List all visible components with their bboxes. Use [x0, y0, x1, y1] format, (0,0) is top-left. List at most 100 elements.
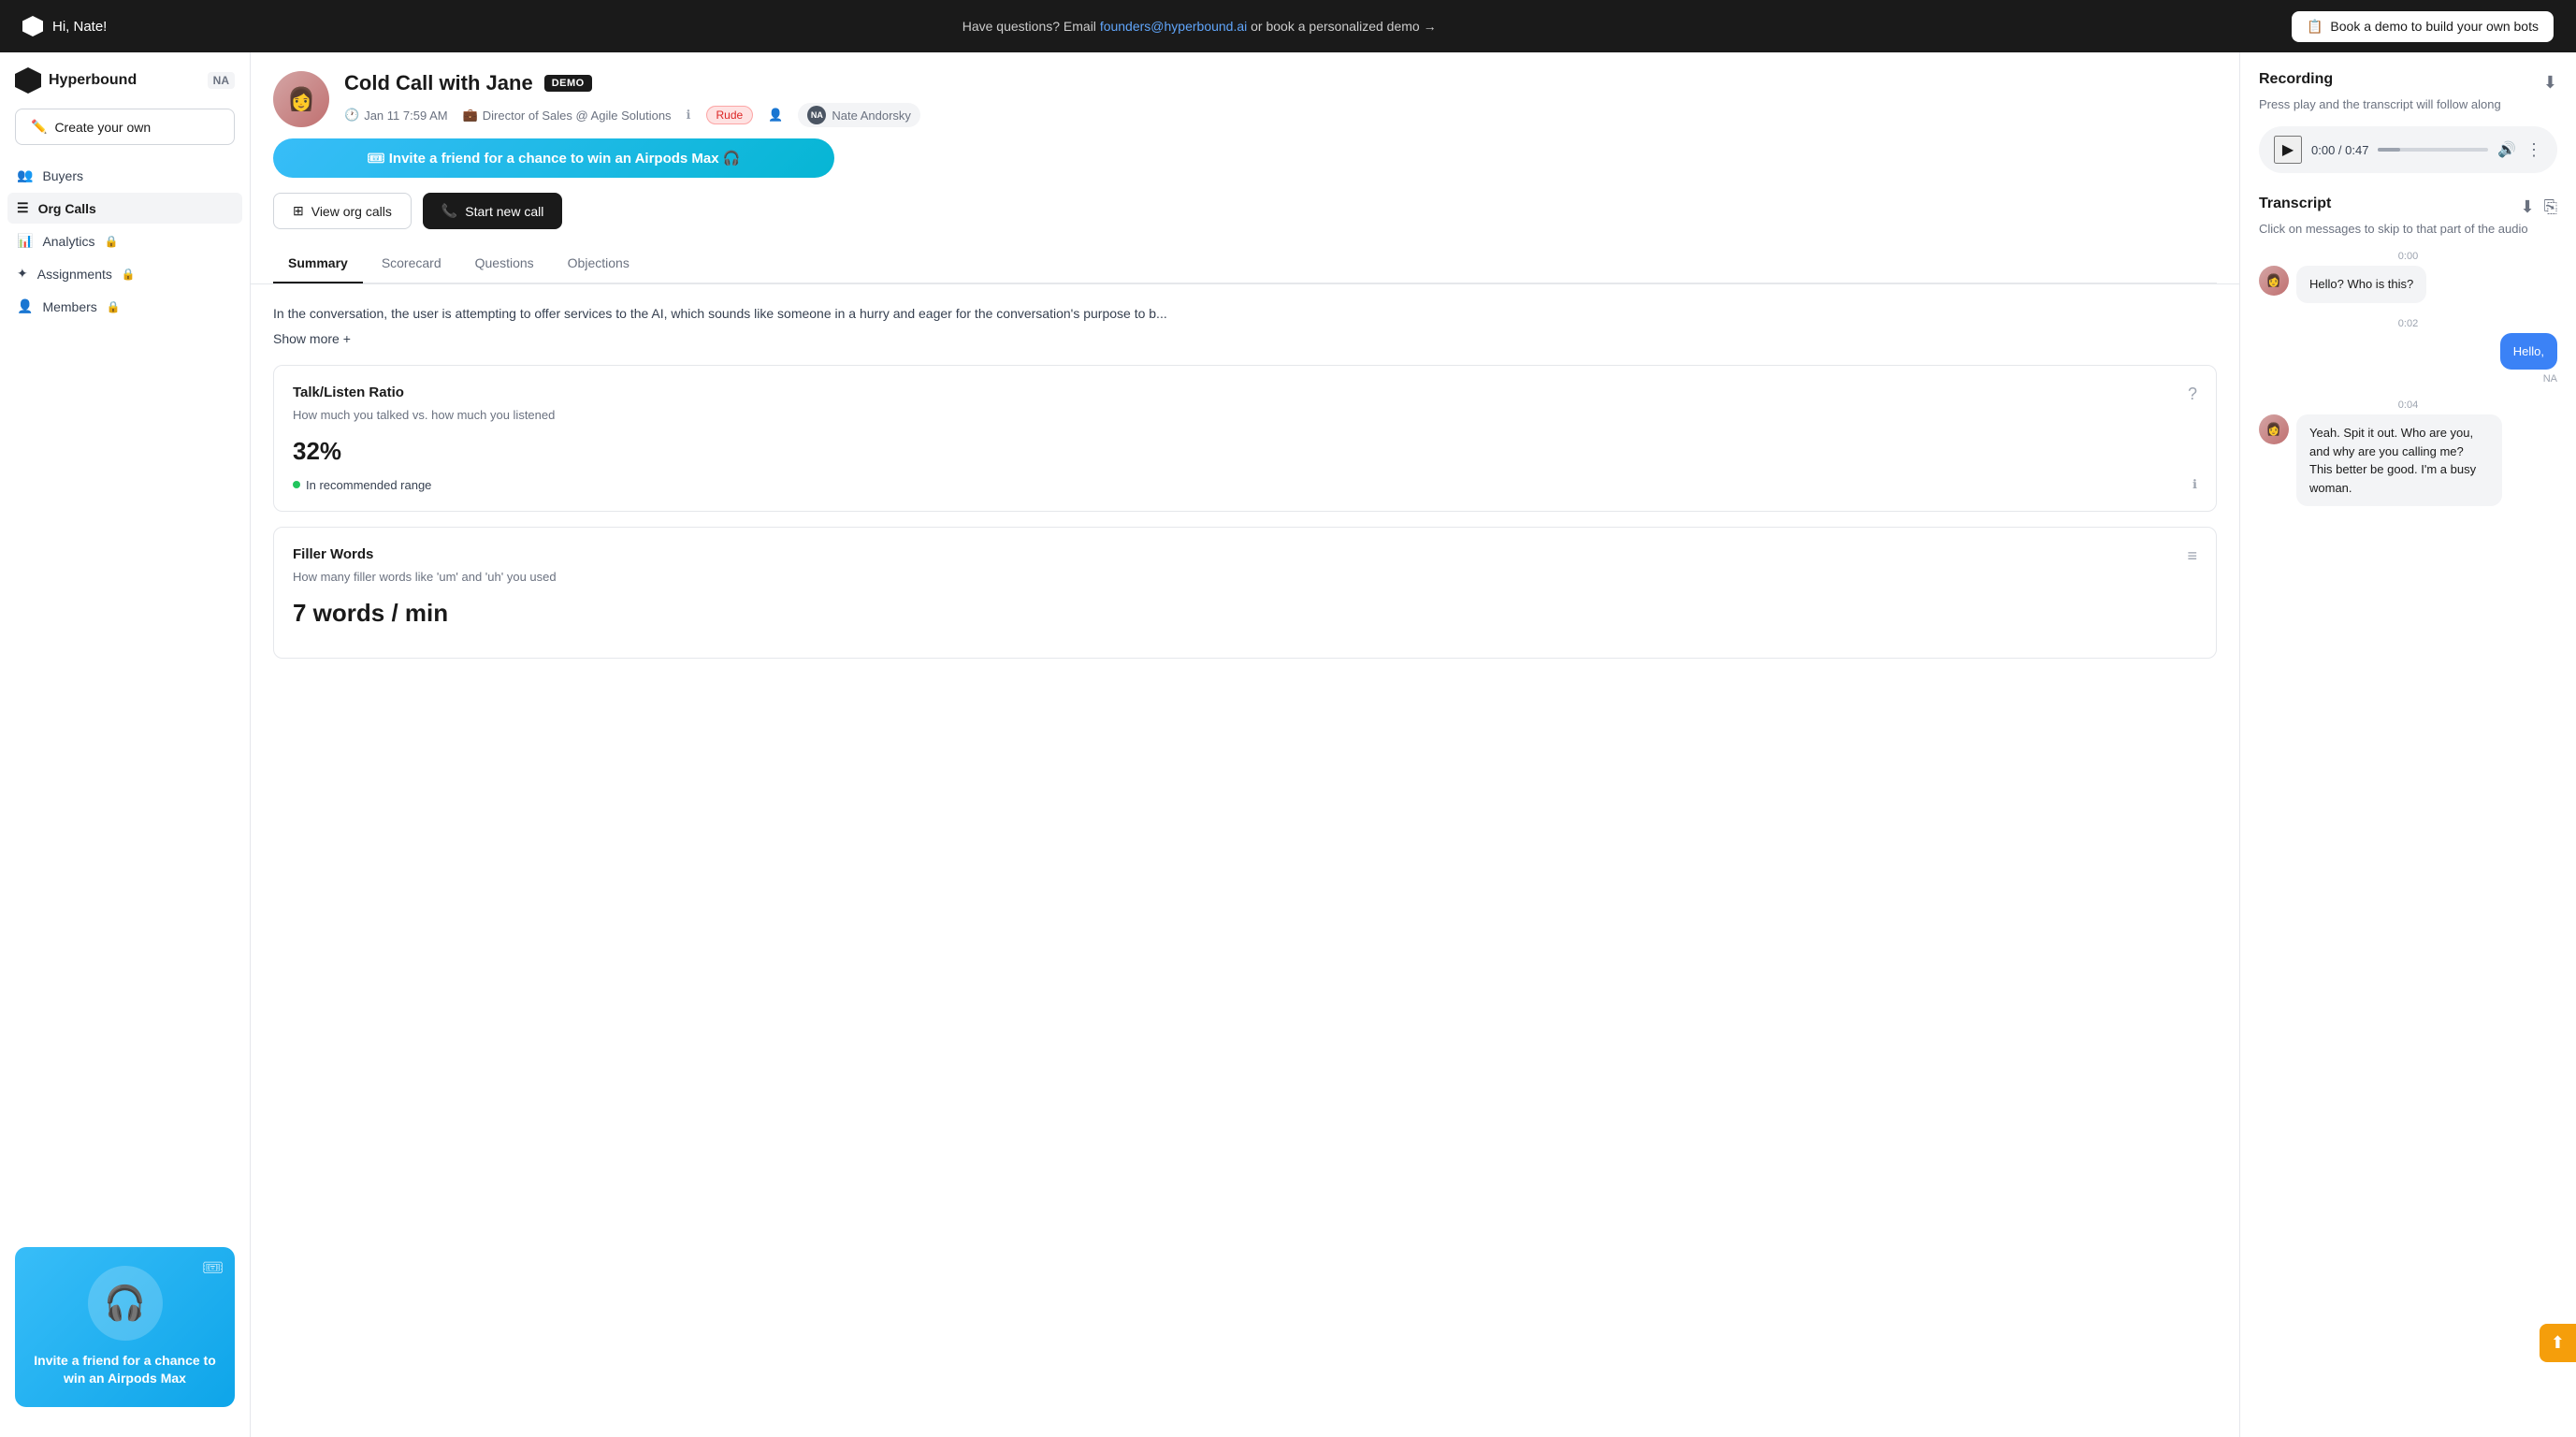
msg-sender-label-1: NA [2259, 373, 2557, 385]
play-button[interactable]: ▶ [2274, 136, 2302, 164]
metric-card-filler-words: Filler Words ≡ How many filler words lik… [273, 527, 2217, 659]
msg-row-0[interactable]: 👩 Hello? Who is this? [2259, 266, 2557, 303]
create-your-own-button[interactable]: ✏️ Create your own [15, 109, 235, 145]
metric-value-filler-words: 7 words / min [293, 599, 2197, 628]
transcript-copy-button[interactable]: ⎘ [2544, 197, 2557, 217]
sidebar-item-org-calls[interactable]: ☰ Org Calls [7, 193, 242, 224]
metric-card-talk-listen: Talk/Listen Ratio ? How much you talked … [273, 365, 2217, 512]
user-name: Nate Andorsky [832, 109, 911, 123]
transcript-message-1: 0:02 Hello, NA [2259, 318, 2557, 385]
info-icon: ℹ [687, 108, 691, 123]
topbar-center: Have questions? Email founders@hyperboun… [962, 19, 1437, 34]
greeting-text: Hi, Nate! [52, 19, 107, 35]
tab-objections[interactable]: Objections [553, 248, 644, 283]
question-text: Have questions? Email [962, 19, 1100, 34]
tab-questions[interactable]: Questions [460, 248, 549, 283]
msg-time-0: 0:00 [2259, 251, 2557, 262]
sidebar: Hyperbound NA ✏️ Create your own 👥 Buyer… [0, 52, 251, 1437]
metric-desc-talk-listen: How much you talked vs. how much you lis… [293, 408, 2197, 422]
sidebar-user-badge: NA [208, 72, 235, 89]
grid-icon: ⊞ [293, 203, 304, 219]
current-time: 0:00 / 0:47 [2311, 143, 2368, 157]
msg-bubble-0: Hello? Who is this? [2296, 266, 2426, 303]
sidebar-item-members[interactable]: 👤 Members 🔒 [7, 291, 242, 322]
call-date: 🕐 Jan 11 7:59 AM [344, 108, 448, 123]
metric-desc-filler-words: How many filler words like 'um' and 'uh'… [293, 570, 2197, 584]
phone-icon: 📞 [441, 203, 457, 219]
person-icon: 👤 [768, 108, 783, 123]
sidebar-item-buyers[interactable]: 👥 Buyers [7, 160, 242, 191]
jane-avatar-0: 👩 [2259, 266, 2289, 296]
book-demo-button[interactable]: 📋 Book a demo to build your own bots [2292, 11, 2554, 42]
call-title-row: 👩 Cold Call with Jane DEMO 🕐 Jan 11 7:59… [273, 71, 2217, 127]
recording-title: Recording [2259, 71, 2333, 88]
float-action-button[interactable]: ⬆ [2540, 1324, 2576, 1362]
tab-content-summary: In the conversation, the user is attempt… [251, 284, 2239, 692]
recording-download-button[interactable]: ⬇ [2543, 73, 2557, 93]
summary-text: In the conversation, the user is attempt… [273, 303, 2217, 324]
sidebar-item-members-label: Members [42, 299, 96, 314]
sidebar-nav: 👥 Buyers ☰ Org Calls 📊 Analytics 🔒 ✦ Ass… [0, 160, 250, 322]
sidebar-item-analytics-label: Analytics [42, 234, 94, 249]
start-new-call-button[interactable]: 📞 Start new call [423, 193, 562, 229]
analytics-lock-icon: 🔒 [104, 235, 118, 248]
ticket-icon: 🎟 [202, 1258, 224, 1278]
metric-title-talk-listen: Talk/Listen Ratio [293, 385, 404, 400]
user-avatar-initials: NA [807, 106, 826, 124]
sidebar-item-assignments-label: Assignments [37, 267, 112, 282]
show-more-button[interactable]: Show more + [273, 331, 2217, 346]
status-info-icon[interactable]: ℹ [2192, 477, 2197, 492]
assignments-lock-icon: 🔒 [122, 268, 136, 281]
float-icon: ⬆ [2551, 1333, 2565, 1352]
clock-icon: 🕐 [344, 108, 359, 123]
transcript-subtitle: Click on messages to skip to that part o… [2259, 222, 2557, 236]
persona-badge: Rude [706, 106, 754, 124]
promo-card[interactable]: 🎟 🎧 Invite a friend for a chance to win … [15, 1247, 235, 1407]
org-calls-icon: ☰ [17, 200, 29, 216]
msg-time-2: 0:04 [2259, 399, 2557, 411]
audio-player: ▶ 0:00 / 0:47 🔊 ⋮ [2259, 126, 2557, 173]
msg-row-2[interactable]: 👩 Yeah. Spit it out. Who are you, and wh… [2259, 414, 2557, 506]
call-tabs: Summary Scorecard Questions Objections [273, 244, 2217, 283]
more-options-icon[interactable]: ⋮ [2525, 140, 2542, 160]
analytics-icon: 📊 [17, 233, 33, 249]
promo-title: Invite a friend for a chance to win an A… [34, 1352, 216, 1388]
transcript-download-button[interactable]: ⬇ [2521, 197, 2535, 217]
hyperbound-logo-icon [22, 16, 43, 36]
founders-email-link[interactable]: founders@hyperbound.ai [1100, 19, 1247, 34]
metric-status-talk-listen: In recommended range ℹ [293, 477, 2197, 492]
metric-value-talk-listen: 32% [293, 437, 2197, 466]
calendar-icon: 📋 [2307, 19, 2323, 35]
call-info: Cold Call with Jane DEMO 🕐 Jan 11 7:59 A… [344, 71, 2217, 127]
view-org-calls-button[interactable]: ⊞ View org calls [273, 193, 412, 229]
sidebar-item-assignments[interactable]: ✦ Assignments 🔒 [7, 258, 242, 289]
audio-progress-bar[interactable] [2378, 148, 2488, 152]
pencil-icon: ✏️ [31, 119, 47, 135]
volume-icon[interactable]: 🔊 [2497, 140, 2516, 159]
sidebar-item-analytics[interactable]: 📊 Analytics 🔒 [7, 225, 242, 256]
question-suffix: or book a personalized demo → [1251, 19, 1436, 34]
members-lock-icon: 🔒 [107, 300, 121, 313]
tab-scorecard[interactable]: Scorecard [367, 248, 456, 283]
sidebar-logo-icon [15, 67, 41, 94]
buyers-icon: 👥 [17, 167, 33, 183]
members-icon: 👤 [17, 298, 33, 314]
transcript-title: Transcript [2259, 196, 2331, 212]
msg-row-1[interactable]: Hello, [2259, 333, 2557, 370]
sidebar-brand: Hyperbound NA [0, 67, 250, 109]
main-content: 👩 Cold Call with Jane DEMO 🕐 Jan 11 7:59… [251, 52, 2239, 1437]
topbar: Hi, Nate! Have questions? Email founders… [0, 0, 2576, 52]
tab-summary[interactable]: Summary [273, 248, 363, 283]
call-header: 👩 Cold Call with Jane DEMO 🕐 Jan 11 7:59… [251, 52, 2239, 284]
transcript-message-0: 0:00 👩 Hello? Who is this? [2259, 251, 2557, 303]
metric-list-icon-filler-words[interactable]: ≡ [2187, 546, 2197, 566]
metric-title-filler-words: Filler Words [293, 546, 373, 562]
transcript-message-2: 0:04 👩 Yeah. Spit it out. Who are you, a… [2259, 399, 2557, 506]
status-text-talk-listen: In recommended range [306, 478, 431, 492]
call-meta: 🕐 Jan 11 7:59 AM 💼 Director of Sales @ A… [344, 103, 2217, 127]
metric-info-icon-talk-listen[interactable]: ? [2188, 385, 2197, 404]
invite-banner[interactable]: 🎟 Invite a friend for a chance to win an… [273, 138, 834, 178]
jane-avatar-2: 👩 [2259, 414, 2289, 444]
recording-subtitle: Press play and the transcript will follo… [2259, 97, 2557, 111]
briefcase-icon: 💼 [463, 108, 478, 123]
